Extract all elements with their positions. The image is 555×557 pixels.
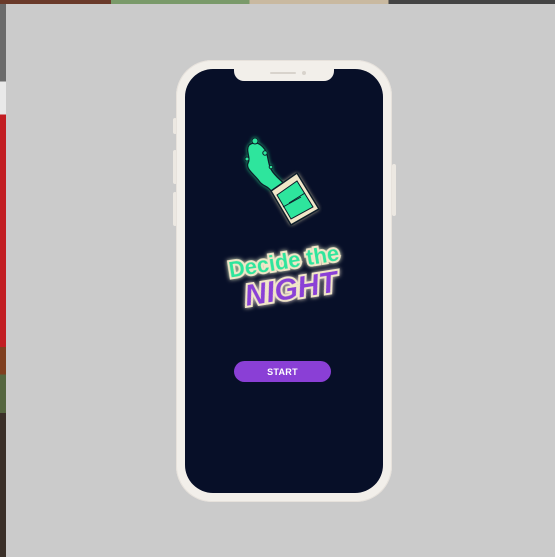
spilling-cup-icon — [244, 137, 321, 227]
app-logo: Decide the NIGHT — [225, 137, 344, 315]
phone-power-button — [392, 164, 396, 216]
background-photo-left — [0, 4, 6, 557]
phone-screen: Decide the NIGHT START — [185, 69, 383, 493]
background-photo-top — [0, 0, 555, 4]
start-button[interactable]: START — [234, 361, 331, 382]
